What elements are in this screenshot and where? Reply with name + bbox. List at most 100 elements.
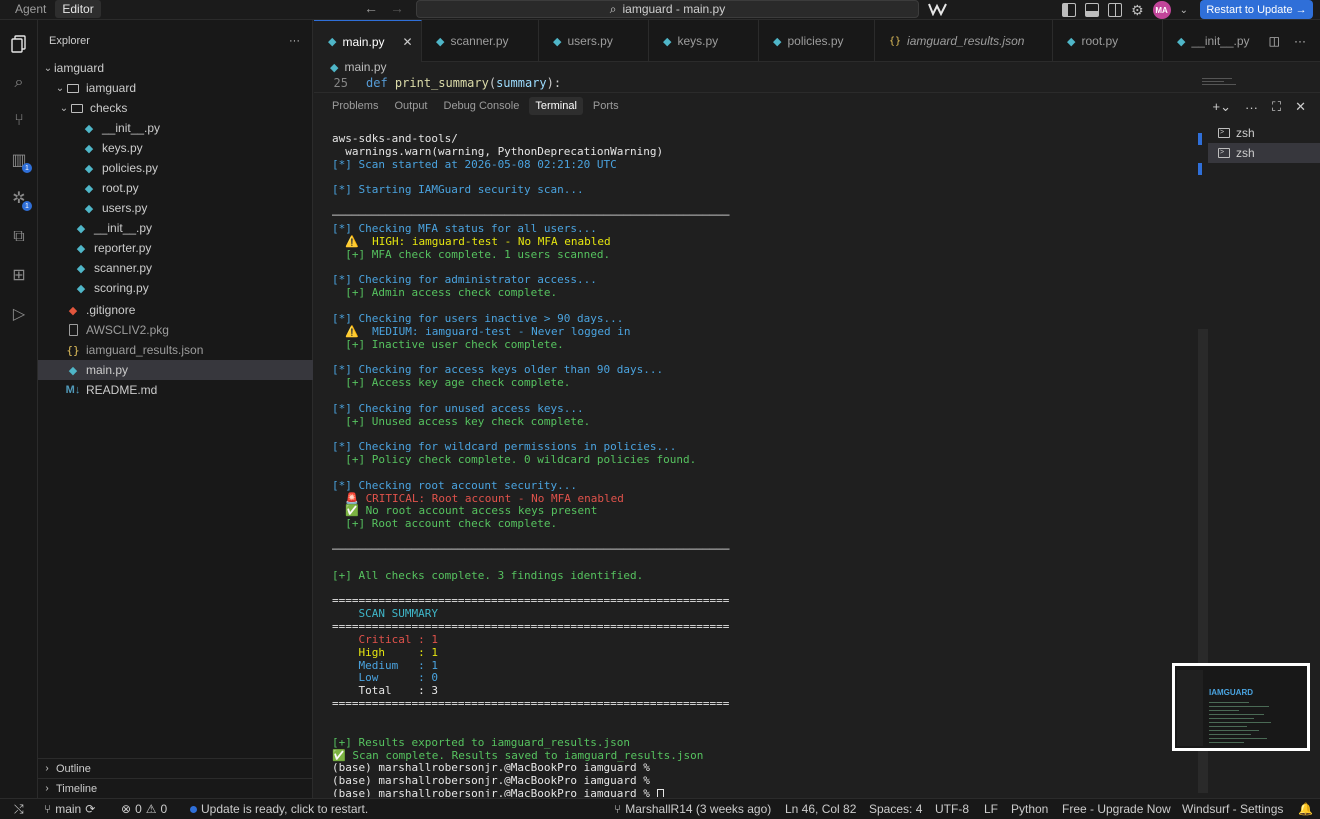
terminal-line: [+] All checks complete. 3 findings iden… (332, 569, 1192, 583)
tab-root-py[interactable]: ◆ root.py (1053, 20, 1163, 62)
tab-output[interactable]: Output (388, 97, 433, 115)
upgrade-link[interactable]: Free - Upgrade Now (1062, 802, 1171, 816)
outline-section[interactable]: › Outline (38, 758, 313, 778)
restart-to-update-button[interactable]: Restart to Update → (1200, 0, 1313, 19)
tree-file[interactable]: {} iamguard_results.json (38, 340, 313, 360)
remote-indicator-icon[interactable]: ⤭ (14, 802, 24, 817)
terminal-line-text: [+] Root account check complete. (332, 517, 558, 531)
tab-label: scanner.py (450, 34, 509, 48)
toggle-secondary-sidebar-icon[interactable] (1108, 3, 1122, 17)
more-actions-icon[interactable]: ··· (289, 35, 300, 47)
tab-users-py[interactable]: ◆ users.py (539, 20, 649, 62)
breadcrumb-file[interactable]: main.py (344, 60, 386, 74)
terminal-line-text: [*] Checking MFA status for all users... (332, 221, 597, 235)
branch-indicator[interactable]: ⑂ main ⟳ (44, 802, 95, 816)
back-arrow-icon[interactable]: ← (364, 0, 378, 16)
search-icon[interactable]: ⌕ (9, 73, 29, 93)
tree-folder-root[interactable]: ⌄ iamguard (38, 58, 313, 78)
terminal-line-text: [+] Unused access key check complete. (332, 414, 591, 428)
tab-ports[interactable]: Ports (587, 97, 625, 115)
more-actions-icon[interactable]: ··· (1245, 100, 1258, 115)
tab-debug-console[interactable]: Debug Console (438, 97, 526, 115)
tree-folder-iamguard[interactable]: ⌄ iamguard (38, 78, 313, 98)
tree-file[interactable]: AWSCLIV2.pkg (38, 320, 313, 340)
notifications-bell-icon[interactable]: 🔔 (1298, 802, 1313, 816)
extensions-icon[interactable]: ⊞ (9, 265, 29, 285)
tab-scanner-py[interactable]: ◆ scanner.py (422, 20, 539, 62)
mode-agent-button[interactable]: Agent (8, 0, 53, 18)
gear-icon[interactable]: ⚙ (1131, 3, 1144, 17)
terminal-line-text: [*] Checking for administrator access... (332, 273, 597, 287)
close-icon[interactable]: ✕ (1295, 99, 1306, 115)
close-icon[interactable]: ✕ (403, 35, 413, 49)
tab-keys-py[interactable]: ◆ keys.py (649, 20, 759, 62)
tree-file-selected[interactable]: ◆ main.py (38, 360, 313, 380)
remote-explorer-icon[interactable]: ⧉ (9, 227, 29, 247)
timeline-section[interactable]: › Timeline (38, 778, 313, 798)
breadcrumb: ◆ main.py (330, 60, 387, 74)
explorer-files-icon[interactable] (9, 34, 29, 54)
terminal-instance-active[interactable]: > zsh (1208, 143, 1320, 163)
chevron-down-icon: ⌄ (59, 102, 69, 114)
windsurf-logo-icon (928, 3, 947, 16)
language-mode[interactable]: Python (1011, 802, 1048, 816)
cursor-position[interactable]: Ln 46, Col 82 (785, 802, 856, 816)
tab-main-py[interactable]: ◆ main.py ✕ (314, 20, 422, 62)
chevron-down-icon[interactable]: ⌄ (1180, 5, 1188, 16)
tree-file[interactable]: M↓ README.md (38, 380, 313, 400)
split-editor-icon[interactable]: ◫ (1269, 34, 1280, 48)
terminal-line-text: [*] Checking root account security... (332, 478, 578, 492)
terminal-line: [*] Scan started at 2026-05-08 02:21:20 … (332, 158, 1192, 172)
toggle-primary-sidebar-icon[interactable] (1062, 3, 1076, 17)
source-control-icon[interactable]: ⑂ (9, 111, 29, 131)
python-file-icon: ◆ (436, 35, 445, 48)
tree-file[interactable]: ◆ scoring.py (38, 278, 313, 298)
editor-minimap[interactable] (1202, 76, 1242, 90)
end-of-line[interactable]: LF (984, 802, 998, 816)
problems-indicator[interactable]: ⊗ 0 ⚠ 0 (121, 802, 167, 816)
terminal-line-text: [*] Starting IAMGuard security scan... (332, 183, 584, 197)
tree-file[interactable]: ◆ .gitignore (38, 300, 313, 320)
code-line[interactable]: 25 def print_summary(summary): (330, 76, 562, 90)
terminal-line-text: [*] Checking for wildcard permissions in… (332, 440, 677, 454)
tab-problems[interactable]: Problems (326, 97, 384, 115)
tree-file[interactable]: ◆ users.py (38, 198, 313, 218)
maximize-panel-icon[interactable]: ⛶ (1272, 99, 1281, 115)
tab-init-py[interactable]: ◆ __init__.py (1163, 20, 1263, 62)
tab-terminal[interactable]: Terminal (529, 97, 583, 115)
terminal-instance[interactable]: > zsh (1208, 123, 1320, 143)
forward-arrow-icon[interactable]: → (390, 0, 404, 16)
ai-sparkle-icon[interactable]: ✲ 1 (9, 188, 32, 211)
terminal-line-text: [*] Checking for unused access keys... (332, 401, 584, 415)
tree-file[interactable]: ◆ scanner.py (38, 258, 313, 278)
more-actions-icon[interactable]: ··· (1294, 34, 1306, 48)
encoding[interactable]: UTF-8 (935, 802, 969, 816)
tree-file[interactable]: ◆ __init__.py (38, 118, 313, 138)
tree-file[interactable]: ◆ __init__.py (38, 218, 313, 238)
run-debug-icon[interactable]: ▷ (9, 304, 29, 324)
layout-controls: ⚙ MA ⌄ (1062, 1, 1188, 19)
windsurf-settings[interactable]: Windsurf - Settings (1182, 802, 1283, 816)
tab-policies-py[interactable]: ◆ policies.py (759, 20, 875, 62)
tree-item-label: iamguard_results.json (86, 343, 204, 357)
tree-folder-checks[interactable]: ⌄ checks (38, 98, 313, 118)
avatar[interactable]: MA (1152, 1, 1171, 19)
tab-iamguard-results-json[interactable]: {} iamguard_results.json (875, 20, 1053, 62)
command-center-search[interactable]: ⌕ iamguard - main.py (416, 0, 919, 18)
new-terminal-icon[interactable]: +⌄ (1213, 99, 1231, 115)
tree-file[interactable]: ◆ reporter.py (38, 238, 313, 258)
toggle-panel-icon[interactable] (1085, 3, 1099, 17)
python-file-icon: ◆ (330, 61, 339, 74)
tree-file[interactable]: ◆ root.py (38, 178, 313, 198)
indentation[interactable]: Spaces: 4 (869, 802, 922, 816)
mode-editor-button[interactable]: Editor (55, 0, 101, 18)
tree-file[interactable]: ◆ policies.py (38, 158, 313, 178)
git-blame[interactable]: ⑂ MarshallR14 (3 weeks ago) (614, 802, 771, 816)
mode-switch: Agent Editor (8, 0, 101, 18)
window-preview-thumbnail[interactable]: IAMGUARD (1172, 663, 1310, 751)
tree-file[interactable]: ◆ keys.py (38, 138, 313, 158)
map-icon[interactable]: ▥ 1 (9, 150, 32, 173)
terminal-line-text: [*] Checking for users inactive > 90 day… (332, 311, 624, 325)
update-notice[interactable]: Update is ready, click to restart. (190, 802, 368, 816)
terminal-output[interactable]: aws-sdks-and-tools/ warnings.warn(warnin… (332, 133, 1192, 797)
